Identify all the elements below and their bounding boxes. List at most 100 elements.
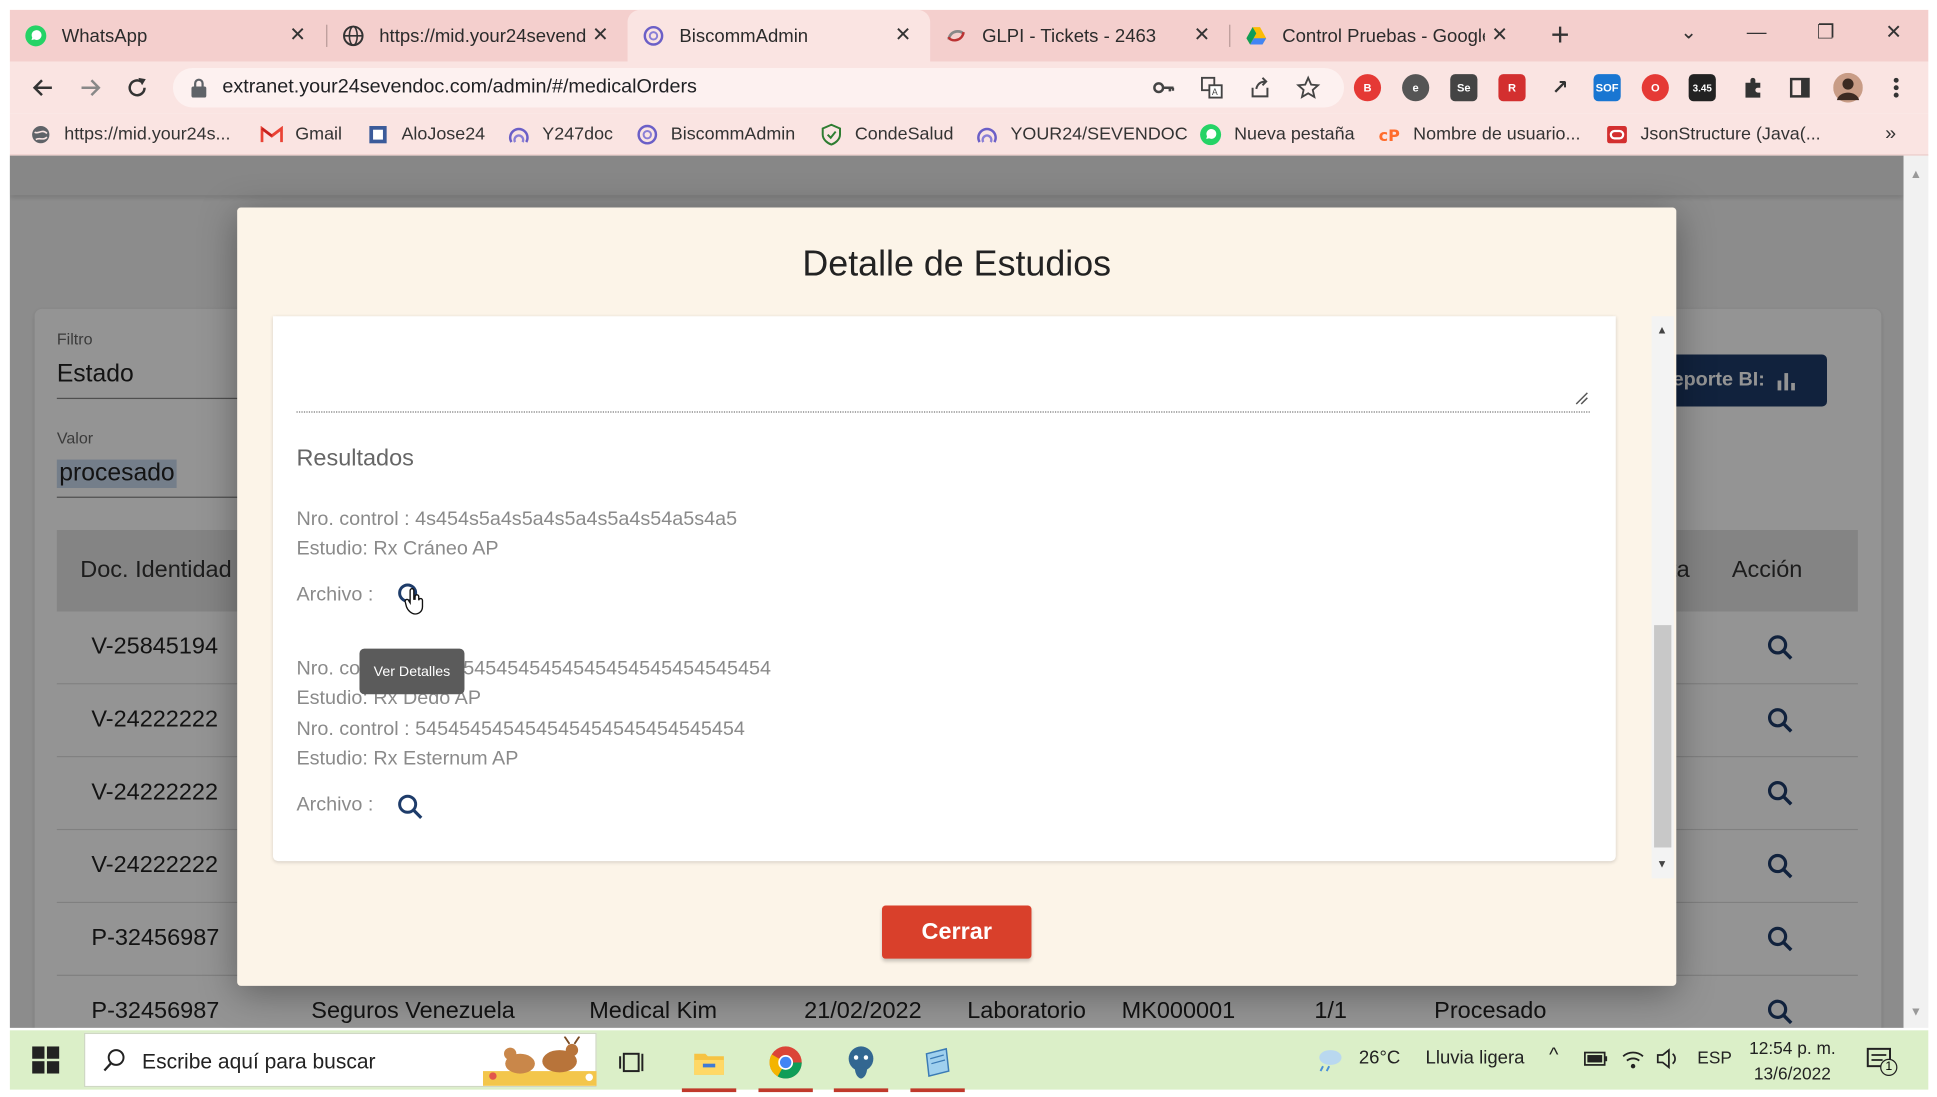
study-name: Estudio: Rx Esternum AP	[296, 748, 519, 770]
bookmark-label: Nueva pestaña	[1234, 124, 1355, 145]
bookmark-item[interactable]: CondeSalud	[820, 121, 953, 148]
bookmark-page-icon	[367, 124, 389, 146]
close-button[interactable]: Cerrar	[882, 905, 1032, 959]
modal-body: Resultados Nro. control : 4s454s5a4s5a4s…	[273, 316, 1616, 862]
bookmark-label: Nombre de usuario...	[1413, 124, 1581, 145]
study-detail-modal: Detalle de Estudios Resultados Nro. cont…	[237, 207, 1677, 986]
chevron-up-icon[interactable]: ^	[1549, 1045, 1558, 1067]
bookmark-item[interactable]: cP Nombre de usuario...	[1379, 121, 1581, 148]
file-explorer-icon[interactable]	[679, 1038, 738, 1093]
extension-label: O	[1650, 81, 1660, 94]
back-button[interactable]	[27, 72, 59, 104]
bookmarks-bar: https://mid.your24s... Gmail AloJose24 Y…	[9, 113, 1929, 156]
extensions-puzzle-icon[interactable]	[1737, 72, 1769, 104]
task-view-icon[interactable]	[603, 1038, 662, 1087]
close-tab-icon[interactable]: ✕	[588, 23, 613, 48]
study-name: Estudio: Rx Cráneo AP	[296, 538, 499, 560]
weather-temperature[interactable]: 26°C	[1359, 1048, 1400, 1069]
tab-glpi[interactable]: GLPI - Tickets - 2463 ✕	[930, 10, 1229, 62]
scroll-up-arrow-icon[interactable]: ▲	[1657, 324, 1668, 336]
extension-icon[interactable]: R	[1498, 74, 1526, 102]
glpi-icon	[945, 25, 967, 47]
reload-button[interactable]	[121, 72, 153, 104]
extension-icon[interactable]: B	[1353, 74, 1382, 102]
wifi-icon[interactable]	[1621, 1048, 1646, 1070]
scroll-down-arrow-icon[interactable]: ▼	[1657, 857, 1668, 869]
share-icon[interactable]	[1248, 75, 1273, 100]
bookmark-item[interactable]: Y247doc	[508, 121, 613, 148]
lock-icon[interactable]	[190, 78, 207, 104]
weather-rain-icon[interactable]	[1314, 1048, 1344, 1073]
tab-biscommadmin[interactable]: BiscommAdmin ✕	[627, 9, 931, 62]
input-language[interactable]: ESP	[1697, 1048, 1732, 1068]
chrome-menu-icon[interactable]	[1880, 72, 1912, 104]
new-tab-button[interactable]: +	[1544, 19, 1576, 52]
tab-whatsapp[interactable]: WhatsApp ✕	[10, 10, 325, 62]
search-icon[interactable]	[397, 793, 424, 820]
profile-avatar[interactable]	[1832, 72, 1864, 104]
extension-icon[interactable]: SOF	[1593, 74, 1621, 102]
bookmark-label: JsonStructure (Java(...	[1640, 124, 1821, 145]
postgresql-icon[interactable]	[831, 1038, 890, 1093]
restore-button[interactable]: ❐	[1807, 17, 1844, 49]
textarea-border[interactable]	[296, 411, 1590, 413]
minimize-button[interactable]: —	[1738, 17, 1775, 49]
chrome-icon[interactable]	[756, 1038, 815, 1093]
bookmark-item[interactable]: BiscommAdmin	[636, 121, 795, 148]
extension-icon[interactable]: e	[1402, 74, 1430, 102]
screen: WhatsApp ✕ https://mid.your24sevend ✕ Bi…	[0, 0, 1937, 1097]
system-clock[interactable]: 12:54 p. m. 13/6/2022	[1742, 1035, 1843, 1087]
scroll-up-arrow-icon[interactable]: ▲	[1910, 168, 1922, 182]
notification-center-icon[interactable]: 1	[1865, 1045, 1898, 1077]
clock-date: 13/6/2022	[1753, 1063, 1831, 1084]
bookmark-label: https://mid.your24s...	[64, 124, 231, 145]
address-bar[interactable]: extranet.your24sevendoc.com/admin/#/medi…	[172, 67, 1345, 108]
key-icon[interactable]	[1151, 75, 1176, 100]
close-tab-icon[interactable]: ✕	[1487, 23, 1512, 48]
extension-icon[interactable]: O	[1641, 74, 1669, 102]
tab-control-pruebas[interactable]: Control Pruebas - Google ✕	[1230, 10, 1526, 62]
translate-icon[interactable]: A	[1199, 75, 1224, 100]
extension-icon[interactable]: ↗	[1547, 74, 1574, 101]
whatsapp-icon	[1199, 124, 1222, 146]
bookmark-item[interactable]: JsonStructure (Java(...	[1606, 121, 1821, 148]
notepad-icon[interactable]	[908, 1038, 967, 1093]
side-panel-icon[interactable]	[1784, 72, 1816, 104]
weather-description[interactable]: Lluvia ligera	[1426, 1048, 1525, 1069]
extension-icon[interactable]: 3.45	[1688, 74, 1716, 102]
extension-icon[interactable]: Se	[1450, 74, 1478, 102]
close-window-button[interactable]: ✕	[1875, 17, 1912, 49]
extension-label: R	[1507, 81, 1517, 94]
notification-count-badge: 1	[1880, 1058, 1898, 1077]
extension-label: Se	[1457, 81, 1471, 94]
windows-taskbar: Escribe aquí para buscar 26°C Lluvia lig…	[9, 1030, 1929, 1093]
volume-icon[interactable]	[1655, 1048, 1680, 1070]
star-bookmark-icon[interactable]	[1296, 75, 1321, 100]
close-tab-icon[interactable]: ✕	[285, 23, 310, 48]
tab-search-icon[interactable]: ⌄	[1670, 17, 1707, 49]
bookmark-item[interactable]: Gmail	[260, 121, 342, 148]
page-scrollbar[interactable]: ▲ ▼	[1903, 155, 1929, 1028]
textarea-resize-handle-icon[interactable]	[1574, 390, 1589, 405]
scroll-down-arrow-icon[interactable]: ▼	[1910, 1006, 1922, 1020]
biscomm-icon	[636, 124, 658, 146]
bookmark-item[interactable]: Nueva pestaña	[1199, 121, 1355, 148]
close-tab-icon[interactable]: ✕	[1190, 23, 1215, 48]
svg-text:A: A	[1212, 88, 1218, 98]
modal-scrollbar[interactable]: ▲ ▼	[1651, 316, 1674, 879]
bookmark-item[interactable]: AloJose24	[367, 121, 485, 148]
bookmarks-overflow-button[interactable]: »	[1885, 121, 1896, 148]
bookmark-item[interactable]: YOUR24/SEVENDOC	[976, 121, 1188, 148]
close-tab-icon[interactable]: ✕	[891, 23, 916, 48]
scrollbar-thumb[interactable]	[1654, 625, 1672, 848]
tab-mid-your24[interactable]: https://mid.your24sevend ✕	[327, 10, 627, 62]
control-number-prefix: Nro. co	[296, 658, 361, 680]
taskbar-search-box[interactable]: Escribe aquí para buscar	[84, 1032, 597, 1088]
extension-label: e	[1412, 81, 1419, 94]
windows-start-icon[interactable]	[32, 1046, 60, 1074]
tab-title: WhatsApp	[61, 25, 148, 47]
forward-button[interactable]	[74, 72, 106, 104]
bookmark-item[interactable]: https://mid.your24s...	[30, 121, 231, 148]
extension-label: ↗	[1551, 77, 1569, 99]
battery-icon[interactable]	[1584, 1050, 1609, 1067]
